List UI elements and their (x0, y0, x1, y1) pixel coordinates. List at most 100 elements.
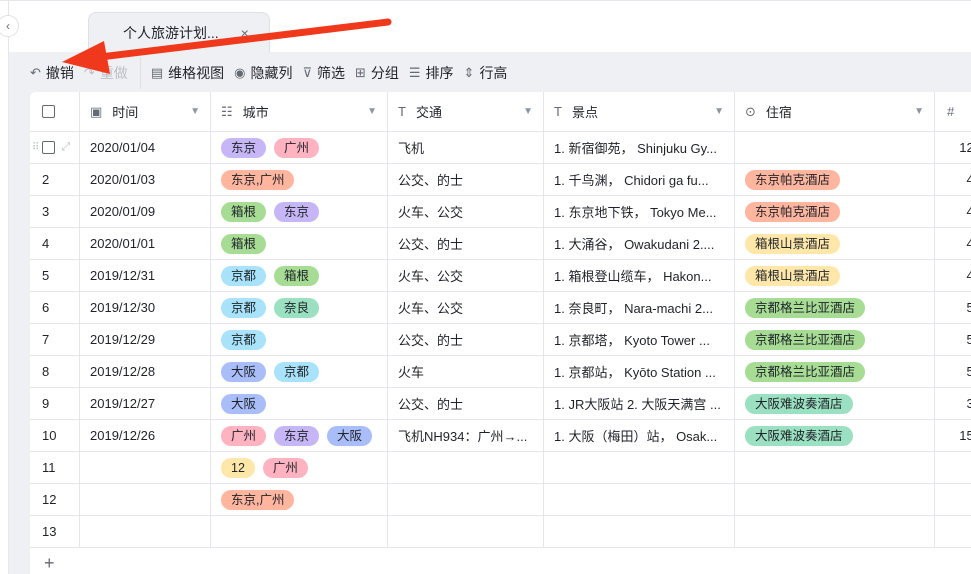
date-cell[interactable]: 2020/01/04 (80, 132, 211, 163)
sight-cell[interactable]: 1. 千鸟渊， Chidori ga fu... (544, 164, 735, 195)
date-cell[interactable]: 2019/12/31 (80, 260, 211, 291)
number-cell[interactable]: 59 (935, 324, 971, 355)
city-cell[interactable]: 大阪 京都 (211, 356, 388, 387)
sight-cell[interactable]: 1. 大阪（梅田）站， Osak... (544, 420, 735, 451)
hotel-cell[interactable]: 京都格兰比亚酒店 (735, 356, 935, 387)
table-row[interactable]: 7 2019/12/29 京都 公交、的士 1. 京都塔， Kyoto Tower ..… (30, 324, 971, 356)
hide-columns-button[interactable]: ◉ 隐藏列 (234, 63, 292, 83)
table-row[interactable]: 5 2019/12/31 京都 箱根 火车、公交 1. 箱根登山缆车， Hakon... 箱… (30, 260, 971, 292)
city-cell[interactable]: 箱根 东京 (211, 196, 388, 227)
sight-cell[interactable]: 1. 京都站， Kyōto Station ... (544, 356, 735, 387)
date-cell[interactable]: 2020/01/01 (80, 228, 211, 259)
add-row-button[interactable]: + (30, 548, 971, 574)
city-cell[interactable]: 广州 东京 大阪 (211, 420, 388, 451)
number-cell[interactable]: 42 (935, 228, 971, 259)
dropdown-arrow-icon[interactable]: ▼ (367, 106, 377, 117)
hotel-cell[interactable]: 东京帕克酒店 (735, 196, 935, 227)
table-row[interactable]: ⠿ ⤢ 2020/01/04 东京 广州 飞机 1. 新宿御苑， Shinjuku Gy..… (30, 132, 971, 164)
sort-button[interactable]: ☰ 排序 (409, 63, 454, 83)
grid-view-button[interactable]: ▤ 维格视图 (151, 63, 224, 83)
number-cell[interactable]: 42 (935, 164, 971, 195)
sight-cell[interactable] (544, 452, 735, 483)
traffic-cell[interactable] (388, 516, 544, 547)
hotel-cell[interactable]: 箱根山景酒店 (735, 228, 935, 259)
date-cell[interactable]: 2019/12/29 (80, 324, 211, 355)
city-cell[interactable]: 京都 (211, 324, 388, 355)
hotel-cell[interactable]: 京都格兰比亚酒店 (735, 324, 935, 355)
column-header-traffic[interactable]: T 交通 ▼ (388, 92, 544, 131)
table-row[interactable]: 13 (30, 516, 971, 548)
date-cell[interactable]: 2019/12/26 (80, 420, 211, 451)
city-cell[interactable]: 东京 广州 (211, 132, 388, 163)
city-cell[interactable]: 东京,广州 (211, 164, 388, 195)
date-cell[interactable]: 2019/12/28 (80, 356, 211, 387)
dropdown-arrow-icon[interactable]: ▼ (714, 106, 724, 117)
column-header-sight[interactable]: T 景点 ▼ (544, 92, 735, 131)
sight-cell[interactable]: 1. 京都塔， Kyoto Tower ... (544, 324, 735, 355)
number-cell[interactable]: 42 (935, 196, 971, 227)
date-cell[interactable]: 2019/12/30 (80, 292, 211, 323)
date-cell[interactable]: 2019/12/27 (80, 388, 211, 419)
hotel-cell[interactable] (735, 516, 935, 547)
traffic-cell[interactable]: 公交、的士 (388, 164, 544, 195)
number-cell[interactable] (935, 452, 971, 483)
sight-cell[interactable]: 1. 新宿御苑， Shinjuku Gy... (544, 132, 735, 163)
date-cell[interactable] (80, 516, 211, 547)
traffic-cell[interactable] (388, 484, 544, 515)
sight-cell[interactable]: 1. 大涌谷， Owakudani 2.... (544, 228, 735, 259)
date-cell[interactable] (80, 452, 211, 483)
city-cell[interactable]: 京都 箱根 (211, 260, 388, 291)
dropdown-arrow-icon[interactable]: ▼ (914, 106, 924, 117)
traffic-cell[interactable]: 飞机NH934：广州→... (388, 420, 544, 451)
city-cell[interactable]: 京都 奈良 (211, 292, 388, 323)
hotel-cell[interactable]: 大阪难波奏酒店 (735, 388, 935, 419)
table-row[interactable]: 8 2019/12/28 大阪 京都 火车 1. 京都站， Kyōto Station .… (30, 356, 971, 388)
number-cell[interactable] (935, 516, 971, 547)
traffic-cell[interactable]: 火车、公交 (388, 292, 544, 323)
dropdown-arrow-icon[interactable]: ▼ (190, 106, 200, 117)
column-header-number[interactable]: # (935, 92, 971, 131)
tab-travel-plan[interactable]: 个人旅游计划... × (88, 12, 270, 53)
city-cell[interactable]: 12 广州 (211, 452, 388, 483)
table-row[interactable]: 12 东京,广州 (30, 484, 971, 516)
table-row[interactable]: 3 2020/01/09 箱根 东京 火车、公交 1. 东京地下铁， Tokyo Me..… (30, 196, 971, 228)
date-cell[interactable] (80, 484, 211, 515)
hotel-cell[interactable] (735, 452, 935, 483)
number-cell[interactable] (935, 484, 971, 515)
traffic-cell[interactable]: 飞机 (388, 132, 544, 163)
dropdown-arrow-icon[interactable]: ▼ (523, 106, 533, 117)
table-row[interactable]: 6 2019/12/30 京都 奈良 火车、公交 1. 奈良町， Nara-machi 2… (30, 292, 971, 324)
traffic-cell[interactable]: 公交、的士 (388, 324, 544, 355)
drag-handle-icon[interactable]: ⠿ (32, 142, 39, 153)
group-button[interactable]: ⊞ 分组 (355, 63, 399, 83)
date-cell[interactable]: 2020/01/09 (80, 196, 211, 227)
number-cell[interactable]: 150 (935, 420, 971, 451)
column-header-time[interactable]: ▣ 时间 ▼ (80, 92, 211, 131)
sight-cell[interactable] (544, 484, 735, 515)
city-cell[interactable]: 大阪 (211, 388, 388, 419)
row-height-button[interactable]: ⇕ 行高 (464, 63, 508, 83)
hotel-cell[interactable] (735, 132, 935, 163)
close-icon[interactable]: × (241, 25, 249, 41)
traffic-cell[interactable] (388, 452, 544, 483)
hotel-cell[interactable]: 东京帕克酒店 (735, 164, 935, 195)
sight-cell[interactable]: 1. 奈良町， Nara-machi 2... (544, 292, 735, 323)
column-header-city[interactable]: ☷ 城市 ▼ (211, 92, 388, 131)
city-cell[interactable] (211, 516, 388, 547)
number-cell[interactable]: 125 (935, 132, 971, 163)
traffic-cell[interactable]: 火车、公交 (388, 196, 544, 227)
sight-cell[interactable]: 1. JR大阪站 2. 大阪天满宫 ... (544, 388, 735, 419)
number-cell[interactable]: 59 (935, 292, 971, 323)
number-cell[interactable]: 59 (935, 356, 971, 387)
traffic-cell[interactable]: 火车 (388, 356, 544, 387)
date-cell[interactable]: 2020/01/03 (80, 164, 211, 195)
number-cell[interactable]: 42 (935, 260, 971, 291)
select-all-checkbox[interactable] (42, 105, 55, 118)
traffic-cell[interactable]: 火车、公交 (388, 260, 544, 291)
city-cell[interactable]: 箱根 (211, 228, 388, 259)
table-row[interactable]: 4 2020/01/01 箱根 公交、的士 1. 大涌谷， Owakudani 2...… (30, 228, 971, 260)
table-row[interactable]: 10 2019/12/26 广州 东京 大阪 飞机NH934：广州→... 1. 大阪（梅田… (30, 420, 971, 452)
filter-button[interactable]: ⊽ 筛选 (302, 63, 345, 83)
hotel-cell[interactable]: 京都格兰比亚酒店 (735, 292, 935, 323)
hotel-cell[interactable]: 箱根山景酒店 (735, 260, 935, 291)
